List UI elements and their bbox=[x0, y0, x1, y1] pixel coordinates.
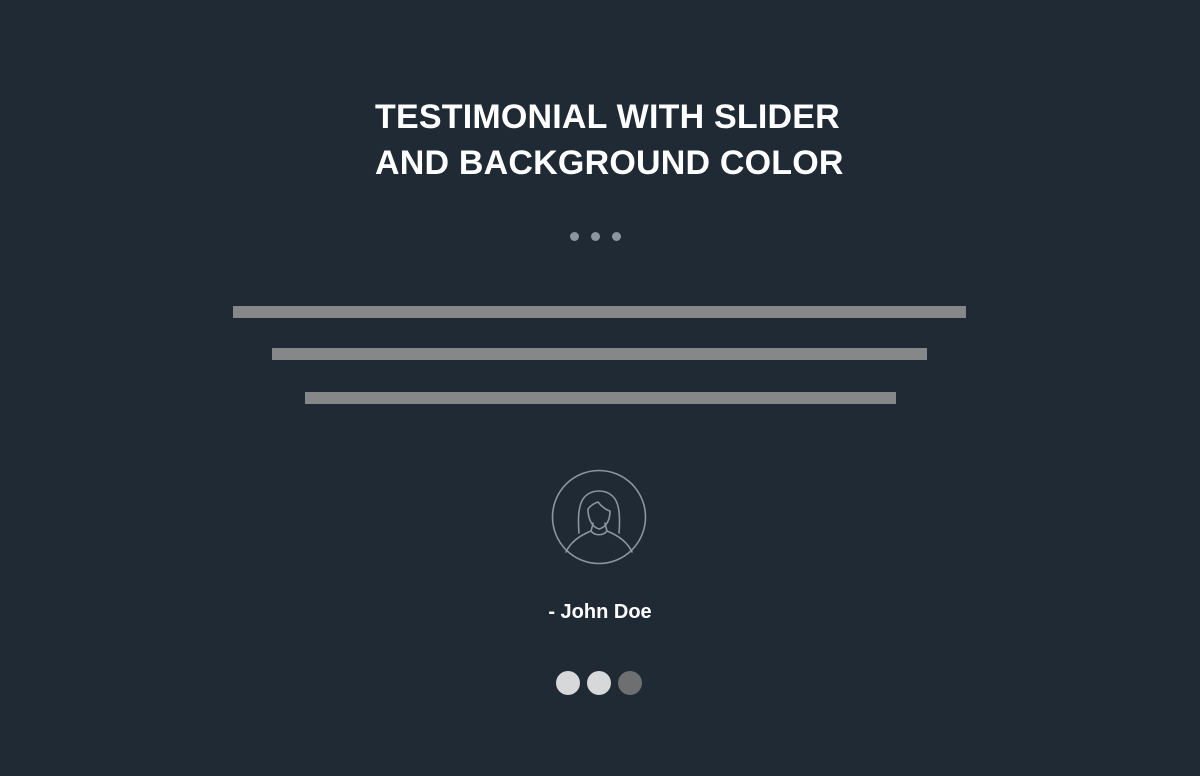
slider-dot-1[interactable] bbox=[556, 671, 580, 695]
decorative-dots-divider bbox=[570, 232, 630, 244]
divider-dot bbox=[591, 232, 600, 241]
slider-dot-3-active[interactable] bbox=[618, 671, 642, 695]
testimonial-author: - John Doe bbox=[548, 601, 652, 623]
testimonial-section: TESTIMONIAL WITH SLIDER AND BACKGROUND C… bbox=[0, 0, 1200, 776]
slider-pagination bbox=[556, 671, 642, 695]
divider-dot bbox=[570, 232, 579, 241]
testimonial-text-placeholder-line bbox=[305, 392, 896, 404]
slider-dot-2[interactable] bbox=[587, 671, 611, 695]
divider-dot bbox=[612, 232, 621, 241]
user-avatar-icon bbox=[551, 469, 647, 565]
section-title: TESTIMONIAL WITH SLIDER AND BACKGROUND C… bbox=[375, 94, 844, 186]
testimonial-text-placeholder-line bbox=[233, 306, 966, 318]
section-title-line-2: AND BACKGROUND COLOR bbox=[375, 144, 844, 182]
section-title-line-1: TESTIMONIAL WITH SLIDER bbox=[375, 98, 840, 136]
testimonial-text-placeholder-line bbox=[272, 348, 927, 360]
